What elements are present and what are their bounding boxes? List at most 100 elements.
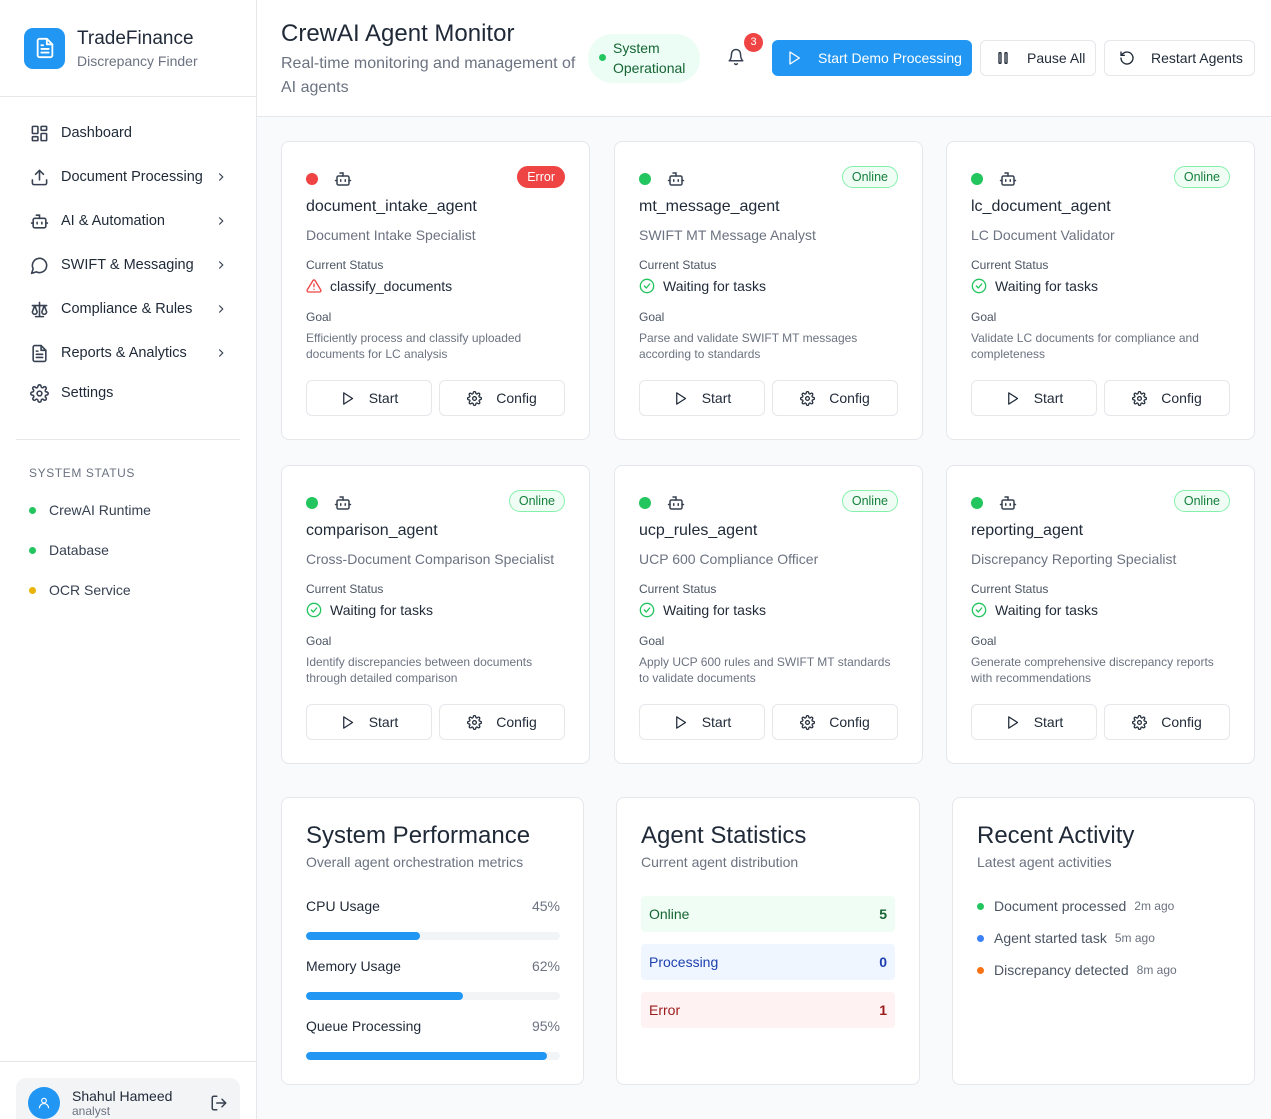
check-circle-icon (971, 278, 987, 294)
system-status-title: SYSTEM STATUS (29, 466, 136, 480)
gear-icon (467, 390, 483, 406)
sidebar-item-compliance-rules[interactable]: Compliance & Rules (0, 287, 256, 331)
agent-start-button[interactable]: Start (971, 380, 1097, 416)
metric-value: 45% (531, 898, 560, 914)
agent-card-head (971, 170, 1017, 188)
agent-current-status: Waiting for tasks (306, 602, 433, 618)
agent-config-button[interactable]: Config (772, 380, 898, 416)
agent-start-label: Start (368, 390, 399, 406)
status-dot (599, 54, 606, 61)
metric-queue: Queue Processing 95% (306, 1018, 560, 1060)
play-icon (342, 715, 353, 729)
agent-start-button[interactable]: Start (639, 380, 765, 416)
agent-status-dot (639, 497, 651, 509)
agent-status-badge: Online (1173, 490, 1230, 512)
system-status-badge-label: System Operational (613, 40, 686, 76)
agent-start-button[interactable]: Start (639, 704, 765, 740)
current-status-label: Current Status (306, 258, 384, 272)
logout-icon[interactable] (210, 1094, 228, 1112)
agent-config-button[interactable]: Config (1104, 380, 1230, 416)
play-icon (1007, 391, 1018, 405)
agent-statistics-panel: Agent Statistics Current agent distribut… (616, 797, 920, 1085)
agent-name: lc_document_agent (971, 198, 1111, 215)
current-status-label: Current Status (639, 258, 717, 272)
panel-title: Recent Activity (977, 822, 1135, 849)
agent-name: reporting_agent (971, 522, 1084, 539)
chevron-right-icon (218, 261, 224, 269)
activity-text: Agent started task (994, 930, 1107, 946)
panel-title: System Performance (306, 822, 531, 849)
sidebar-item-label: Reports & Analytics (61, 345, 187, 361)
agent-status-dot (971, 497, 983, 509)
current-status-label: Current Status (639, 582, 717, 596)
agent-name: document_intake_agent (306, 198, 477, 215)
stat-online: Online 5 (641, 896, 895, 932)
gear-icon (1132, 390, 1148, 406)
play-icon (789, 51, 800, 65)
sidebar-item-label: Settings (61, 385, 114, 401)
agent-config-button[interactable]: Config (1104, 704, 1230, 740)
stat-processing: Processing 0 (641, 944, 895, 980)
bell-icon[interactable] (727, 48, 745, 66)
notification-count-badge: 3 (744, 33, 763, 52)
agent-goal: Apply UCP 600 rules and SWIFT MT standar… (639, 655, 891, 685)
agent-start-button[interactable]: Start (306, 380, 432, 416)
agent-status-badge: Error (517, 166, 565, 188)
agent-role: Discrepancy Reporting Specialist (971, 551, 1177, 567)
progress-fill (306, 1052, 548, 1060)
agent-card: Online mt_message_agent SWIFT MT Message A… (614, 141, 923, 440)
activity-time: 8m ago (1136, 963, 1177, 977)
agent-start-button[interactable]: Start (971, 704, 1097, 740)
agent-goal: Parse and validate SWIFT MT messages acc… (639, 331, 858, 361)
agent-current-status-text: Waiting for tasks (995, 602, 1098, 618)
agent-config-button[interactable]: Config (439, 380, 565, 416)
system-status-item: OCR Service (0, 570, 256, 610)
check-circle-icon (639, 602, 655, 618)
sidebar-item-ai-automation[interactable]: AI & Automation (0, 199, 256, 243)
agent-card-head (306, 170, 352, 188)
start-demo-processing-button[interactable]: Start Demo Processing (772, 40, 972, 76)
agent-status-dot (306, 173, 318, 185)
document-logo-icon (24, 27, 65, 69)
agent-current-status: classify_documents (306, 278, 452, 294)
agent-config-button[interactable]: Config (772, 704, 898, 740)
user-icon (38, 1097, 50, 1109)
agent-role: SWIFT MT Message Analyst (639, 227, 816, 243)
status-dot (29, 546, 36, 554)
agent-status-badge: Online (841, 490, 898, 512)
avatar (28, 1087, 60, 1119)
pause-all-label: Pause All (1027, 50, 1086, 66)
sidebar-item-document-processing[interactable]: Document Processing (0, 155, 256, 199)
start-demo-processing-label: Start Demo Processing (818, 50, 962, 66)
stat-value: 1 (879, 1002, 887, 1018)
agent-card: Online ucp_rules_agent UCP 600 Compliance … (614, 465, 923, 764)
agent-config-button[interactable]: Config (439, 704, 565, 740)
user-role: analyst (72, 1104, 111, 1118)
user-name: Shahul Hameed (72, 1088, 173, 1104)
check-circle-icon (971, 602, 987, 618)
agent-goal: Identify discrepancies between documents… (306, 655, 533, 685)
goal-label: Goal (306, 634, 332, 648)
gear-icon (467, 714, 483, 730)
agent-card: Online reporting_agent Discrepancy Reporti… (946, 465, 1255, 764)
gear-icon (29, 383, 49, 403)
sidebar: TradeFinance Discrepancy Finder Dashboar… (0, 0, 257, 1119)
agent-role: Document Intake Specialist (306, 227, 476, 243)
panel-subtitle: Latest agent activities (977, 854, 1112, 870)
pause-all-button[interactable]: Pause All (980, 40, 1096, 76)
sidebar-item-settings[interactable]: Settings (0, 377, 256, 409)
system-status-label: OCR Service (49, 582, 131, 598)
agent-card-head (306, 494, 352, 512)
page-subtitle: Real-time monitoring and management of A… (281, 55, 576, 96)
sidebar-item-label: AI & Automation (61, 213, 165, 229)
restart-agents-button[interactable]: Restart Agents (1104, 40, 1255, 76)
activity-item: Discrepancy detected 8m ago (977, 962, 1177, 978)
bot-icon (667, 496, 685, 510)
agent-start-button[interactable]: Start (306, 704, 432, 740)
bot-icon (667, 172, 685, 186)
gear-icon (800, 390, 816, 406)
sidebar-item-dashboard[interactable]: Dashboard (0, 111, 256, 155)
sidebar-item-swift-messaging[interactable]: SWIFT & Messaging (0, 243, 256, 287)
sidebar-item-reports-analytics[interactable]: Reports & Analytics (0, 331, 256, 375)
activity-dot (977, 966, 984, 974)
